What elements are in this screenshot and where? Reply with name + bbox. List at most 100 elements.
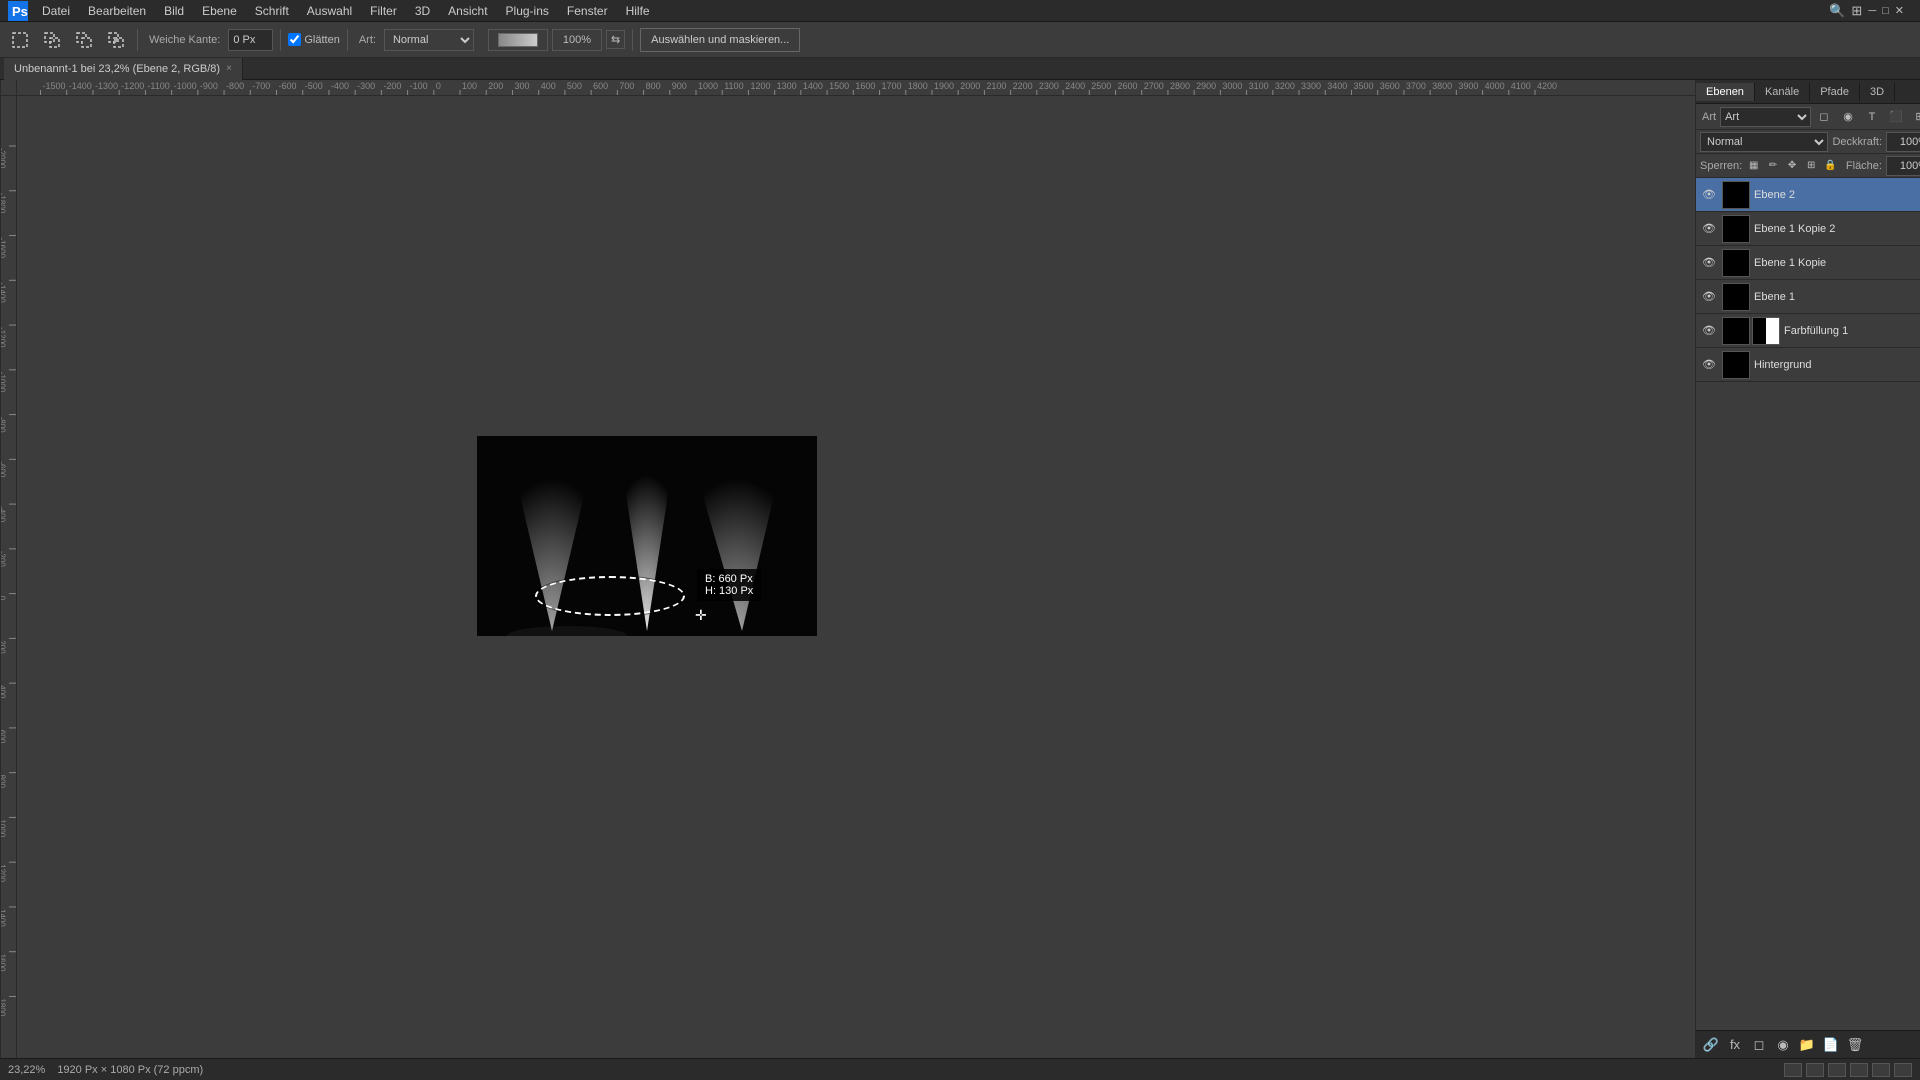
lock-transparent-btn[interactable]: ▦ <box>1746 157 1761 175</box>
shape-filter-btn[interactable]: ⬛ <box>1885 107 1907 127</box>
color-input-1[interactable] <box>488 29 548 51</box>
add-layer-btn[interactable]: 📄 <box>1820 1034 1842 1056</box>
layer-visibility-farbf[interactable]: 👁 <box>1700 322 1718 340</box>
sep1 <box>137 29 138 51</box>
status-bar: 23,22% 1920 Px × 1080 Px (72 ppcm) <box>0 1058 1920 1080</box>
menu-ansicht[interactable]: Ansicht <box>440 2 495 20</box>
canvas-container[interactable]: B: 660 Px H: 130 Px ✛ <box>17 96 1695 1058</box>
delete-layer-btn[interactable]: 🗑 <box>1844 1034 1866 1056</box>
add-mask-btn[interactable]: ◻ <box>1748 1034 1770 1056</box>
add-group-btn[interactable]: 📁 <box>1796 1034 1818 1056</box>
menu-datei[interactable]: Datei <box>34 2 78 20</box>
tab-close-btn[interactable]: × <box>226 63 232 74</box>
layer-thumb-ebene1 <box>1722 283 1750 311</box>
layer-item-ebene2[interactable]: 👁 Ebene 2 <box>1696 178 1920 212</box>
menu-ebene[interactable]: Ebene <box>194 2 245 20</box>
weiche-kante-input[interactable] <box>228 29 273 51</box>
svg-text:-1400: -1400 <box>69 81 92 91</box>
lock-all-btn[interactable]: 🔒 <box>1823 157 1838 175</box>
menu-filter[interactable]: Filter <box>362 2 405 20</box>
link-layers-btn[interactable]: 🔗 <box>1700 1034 1722 1056</box>
subtract-selection-btn[interactable] <box>70 26 98 54</box>
svg-text:1100: 1100 <box>724 81 743 91</box>
layer-item-farbfuellung[interactable]: 👁 Farbfüllung 1 <box>1696 314 1920 348</box>
layer-item-hintergrund[interactable]: 👁 Hintergrund 🔒 <box>1696 348 1920 382</box>
svg-text:1200: 1200 <box>1 864 7 882</box>
layer-visibility-ebene1k[interactable]: 👁 <box>1700 254 1718 272</box>
auswaehlen-maskieren-btn[interactable]: Auswählen und maskieren... <box>640 28 800 52</box>
lock-artboard-btn[interactable]: ⊞ <box>1804 157 1819 175</box>
tab-pfade[interactable]: Pfade <box>1810 83 1860 101</box>
fill-input[interactable] <box>1886 156 1920 176</box>
type-filter-btn[interactable]: T <box>1861 107 1883 127</box>
tab-3d[interactable]: 3D <box>1860 83 1895 101</box>
svg-text:-100: -100 <box>410 81 428 91</box>
svg-text:2400: 2400 <box>1065 81 1085 91</box>
svg-text:2900: 2900 <box>1196 81 1216 91</box>
glaetten-checkbox[interactable] <box>288 33 301 46</box>
layer-item-ebene1kopie[interactable]: 👁 Ebene 1 Kopie <box>1696 246 1920 280</box>
document-tab[interactable]: Unbenannt-1 bei 23,2% (Ebene 2, RGB/8) × <box>4 58 243 80</box>
art-select[interactable]: Normal <box>384 29 474 51</box>
lock-position-btn[interactable]: ✥ <box>1784 157 1799 175</box>
layer-visibility-ebene1[interactable]: 👁 <box>1700 288 1718 306</box>
layer-item-ebene1kopie2[interactable]: 👁 Ebene 1 Kopie 2 <box>1696 212 1920 246</box>
svg-text:-400: -400 <box>331 81 349 91</box>
menu-plugins[interactable]: Plug-ins <box>498 2 557 20</box>
svg-text:900: 900 <box>672 81 687 91</box>
maximize-btn[interactable]: □ <box>1882 5 1889 17</box>
layers-toolbar: Art Art ◻ ◉ T ⬛ ⊞ <box>1696 104 1920 130</box>
opacity-input[interactable] <box>1886 132 1920 152</box>
menu-auswahl[interactable]: Auswahl <box>299 2 360 20</box>
menu-bearbeiten[interactable]: Bearbeiten <box>80 2 154 20</box>
h-ruler-row: -1500-1400-1300-1200-1100-1000-900-800-7… <box>1 80 1695 96</box>
adjustment-filter-btn[interactable]: ◉ <box>1837 107 1859 127</box>
svg-text:-200: -200 <box>1 551 7 568</box>
new-selection-btn[interactable] <box>6 26 34 54</box>
layer-visibility-ebene2[interactable]: 👁 <box>1700 186 1718 204</box>
svg-text:-2000: -2000 <box>1 148 7 169</box>
pixel-filter-btn[interactable]: ◻ <box>1813 107 1835 127</box>
lock-image-btn[interactable]: ✏ <box>1765 157 1780 175</box>
menu-schrift[interactable]: Schrift <box>247 2 297 20</box>
layer-visibility-ebene1k2[interactable]: 👁 <box>1700 220 1718 238</box>
layer-visibility-hg[interactable]: 👁 <box>1700 356 1718 374</box>
add-style-btn[interactable]: fx <box>1724 1034 1746 1056</box>
opacity-field[interactable]: 100% <box>552 29 602 51</box>
h-ruler: -1500-1400-1300-1200-1100-1000-900-800-7… <box>17 80 1695 96</box>
passthrough-btn[interactable]: ⇆ <box>606 30 625 49</box>
tab-kanaele[interactable]: Kanäle <box>1755 83 1810 101</box>
zoom-level: 23,22% <box>8 1064 45 1076</box>
layers-options2: Sperren: ▦ ✏ ✥ ⊞ 🔒 Fläche: <box>1696 154 1920 178</box>
svg-text:-300: -300 <box>357 81 375 91</box>
menu-3d[interactable]: 3D <box>407 2 438 20</box>
svg-text:600: 600 <box>593 81 608 91</box>
status-icon2 <box>1806 1063 1824 1077</box>
add-adjustment-btn[interactable]: ◉ <box>1772 1034 1794 1056</box>
menu-hilfe[interactable]: Hilfe <box>618 2 658 20</box>
add-selection-btn[interactable] <box>38 26 66 54</box>
intersect-selection-btn[interactable] <box>102 26 130 54</box>
blend-mode-select[interactable]: Normal <box>1700 132 1828 152</box>
layer-item-ebene1[interactable]: 👁 Ebene 1 <box>1696 280 1920 314</box>
menu-bild[interactable]: Bild <box>156 2 192 20</box>
glaetten-checkbox-label[interactable]: Glätten <box>288 33 339 46</box>
dimensions-info: 1920 Px × 1080 Px (72 ppcm) <box>57 1064 203 1076</box>
smart-filter-btn[interactable]: ⊞ <box>1909 107 1920 127</box>
svg-text:3000: 3000 <box>1222 81 1242 91</box>
svg-text:0: 0 <box>1 596 7 601</box>
menu-fenster[interactable]: Fenster <box>559 2 616 20</box>
workspace-btn[interactable]: ⊞ <box>1851 3 1862 19</box>
svg-text:2200: 2200 <box>1013 81 1033 91</box>
search-btn[interactable]: 🔍 <box>1829 3 1845 19</box>
layers-type-select[interactable]: Art <box>1720 107 1811 127</box>
close-btn[interactable]: ✕ <box>1895 4 1904 17</box>
svg-text:Ps: Ps <box>12 4 28 19</box>
svg-text:300: 300 <box>514 81 529 91</box>
minimize-btn[interactable]: ─ <box>1868 5 1876 17</box>
status-icon1 <box>1784 1063 1802 1077</box>
status-icon3 <box>1828 1063 1846 1077</box>
tab-ebenen[interactable]: Ebenen <box>1696 83 1755 101</box>
svg-text:2500: 2500 <box>1091 81 1111 91</box>
status-icon6 <box>1894 1063 1912 1077</box>
